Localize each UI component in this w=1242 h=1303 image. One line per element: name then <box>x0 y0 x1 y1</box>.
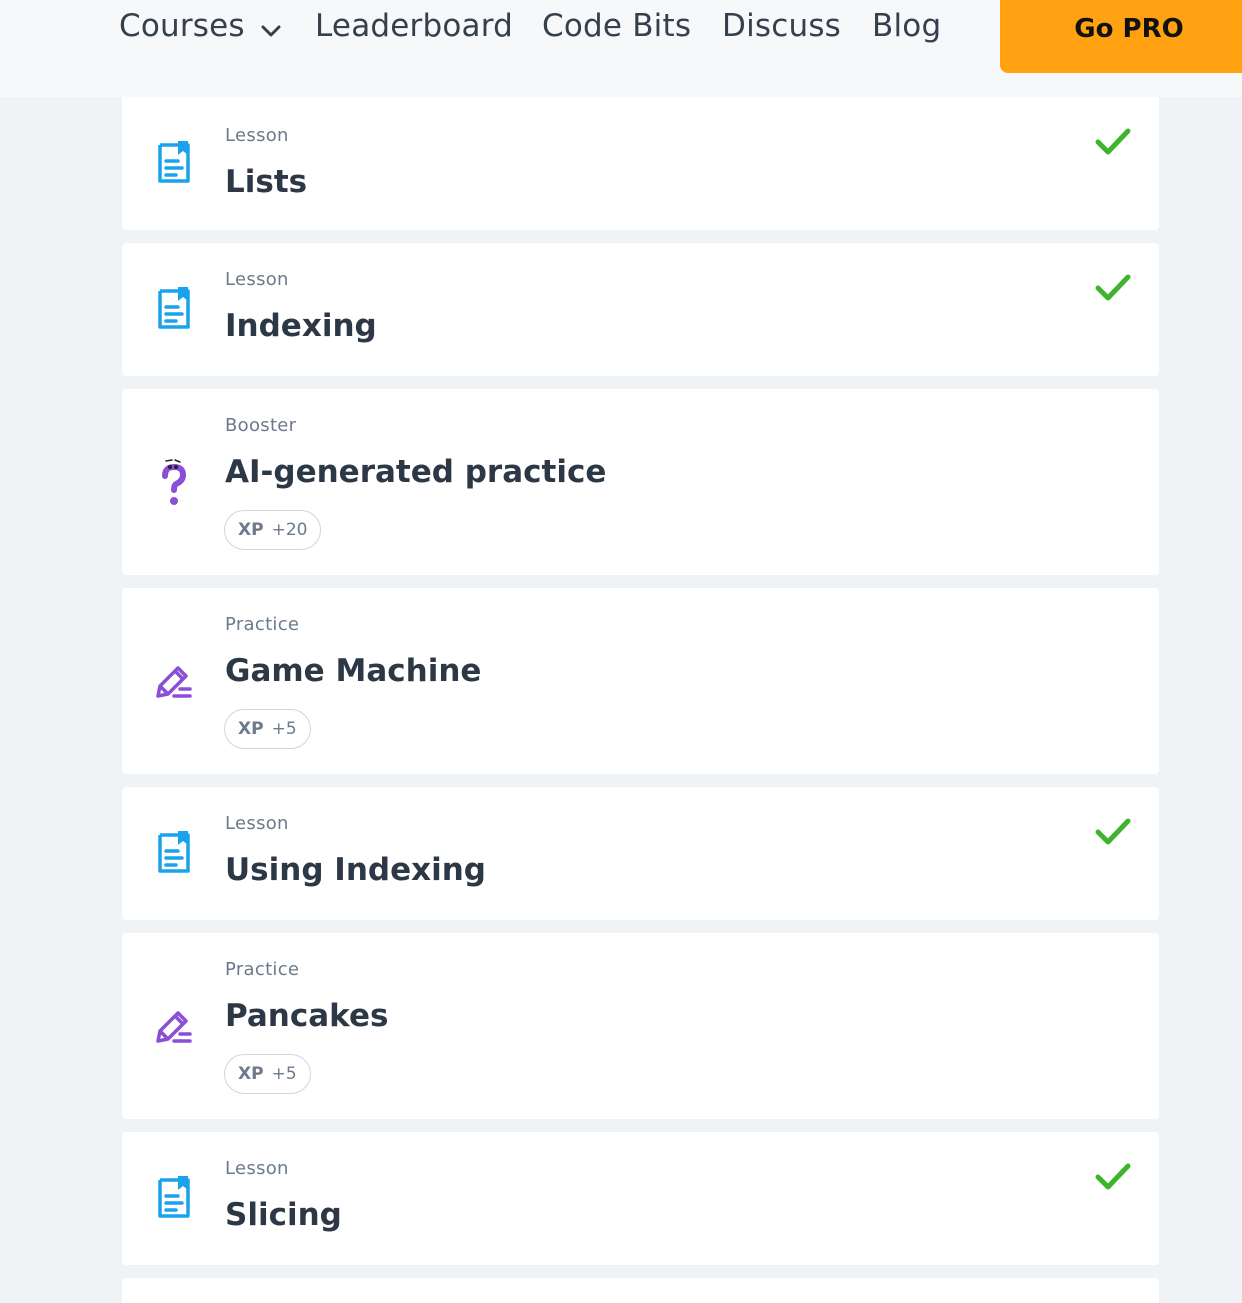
xp-badge: XP +20 <box>224 510 322 550</box>
nav-blog[interactable]: Blog <box>872 8 941 44</box>
nav-courses-label: Courses <box>119 8 245 44</box>
lesson-card-next-partial[interactable] <box>122 1278 1159 1303</box>
completed-check-icon <box>1095 1162 1131 1192</box>
xp-value: +5 <box>271 719 297 739</box>
completed-check-icon <box>1095 273 1131 303</box>
card-type-label: Practice <box>225 614 300 635</box>
lesson-document-icon <box>154 139 194 187</box>
xp-value: +20 <box>271 520 308 540</box>
xp-label: XP <box>238 520 264 540</box>
completed-check-icon <box>1095 127 1131 157</box>
completed-check-icon <box>1095 817 1131 847</box>
card-type-label: Booster <box>225 415 297 436</box>
lesson-card-using-indexing[interactable]: Lesson Using Indexing <box>122 787 1159 920</box>
nav-code-bits[interactable]: Code Bits <box>542 8 691 44</box>
card-type-label: Lesson <box>225 269 289 290</box>
booster-card-ai-generated-practice[interactable]: Booster AI-generated practice XP +20 <box>122 389 1159 575</box>
chevron-down-icon <box>261 10 281 46</box>
lesson-card-indexing[interactable]: Lesson Indexing <box>122 243 1159 376</box>
xp-value: +5 <box>271 1064 297 1084</box>
pencil-practice-icon <box>154 1003 194 1051</box>
card-type-label: Lesson <box>225 813 289 834</box>
card-title: Pancakes <box>225 998 389 1034</box>
card-type-label: Lesson <box>225 1158 289 1179</box>
nav-leaderboard[interactable]: Leaderboard <box>315 8 513 44</box>
xp-label: XP <box>238 1064 264 1084</box>
practice-card-pancakes[interactable]: Practice Pancakes XP +5 <box>122 933 1159 1119</box>
pencil-practice-icon <box>154 658 194 706</box>
card-title: Indexing <box>225 308 377 344</box>
card-title: Slicing <box>225 1197 342 1233</box>
card-title: Lists <box>225 164 308 200</box>
nav-discuss[interactable]: Discuss <box>722 8 841 44</box>
xp-badge: XP +5 <box>224 709 311 749</box>
lesson-list: Lesson Lists Lesson Indexing Booster AI-… <box>122 97 1159 1303</box>
nav-courses[interactable]: Courses <box>119 8 281 46</box>
xp-label: XP <box>238 719 264 739</box>
question-mark-booster-icon <box>154 459 194 507</box>
lesson-document-icon <box>154 829 194 877</box>
card-type-label: Lesson <box>225 125 289 146</box>
practice-card-game-machine[interactable]: Practice Game Machine XP +5 <box>122 588 1159 774</box>
go-pro-button[interactable]: Go PRO <box>1000 0 1242 73</box>
xp-badge: XP +5 <box>224 1054 311 1094</box>
card-title: Game Machine <box>225 653 482 689</box>
lesson-card-slicing[interactable]: Lesson Slicing <box>122 1132 1159 1265</box>
top-navigation: Courses Leaderboard Code Bits Discuss Bl… <box>0 0 1242 97</box>
lesson-card-lists[interactable]: Lesson Lists <box>122 97 1159 230</box>
card-type-label: Practice <box>225 959 300 980</box>
lesson-document-icon <box>154 1174 194 1222</box>
card-title: Using Indexing <box>225 852 487 888</box>
card-title: AI-generated practice <box>225 454 607 490</box>
lesson-document-icon <box>154 285 194 333</box>
